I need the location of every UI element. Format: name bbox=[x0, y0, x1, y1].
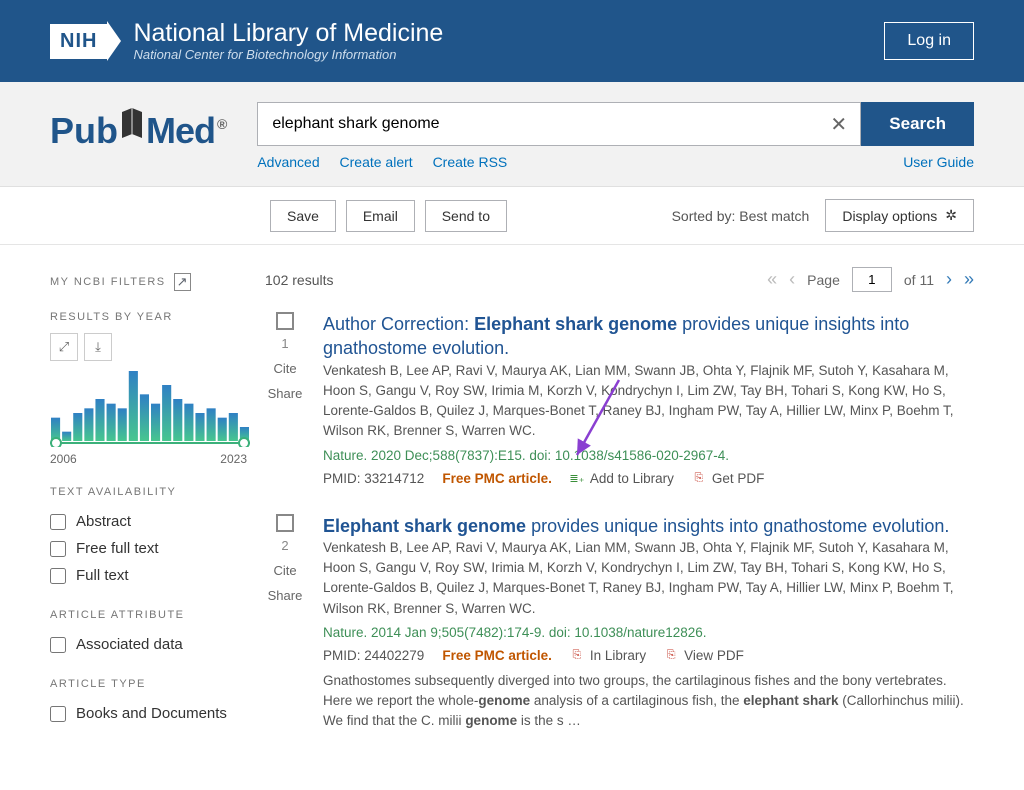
results-count: 102 results bbox=[265, 272, 333, 288]
result-authors: Venkatesh B, Lee AP, Ravi V, Maurya AK, … bbox=[323, 538, 974, 619]
create-rss-link[interactable]: Create RSS bbox=[433, 154, 508, 170]
result-pmid: PMID: 24402279 bbox=[323, 648, 424, 663]
text-availability-heading: TEXT AVAILABILITY bbox=[50, 486, 247, 498]
search-input[interactable] bbox=[257, 102, 817, 146]
download-chart-button[interactable]: ⤓ bbox=[84, 333, 112, 361]
save-button[interactable]: Save bbox=[270, 200, 336, 232]
result-pmid: PMID: 33214712 bbox=[323, 471, 424, 486]
free-pmc-label: Free PMC article. bbox=[442, 471, 552, 486]
share-link[interactable]: Share bbox=[265, 386, 305, 401]
facet-full-text[interactable]: Full text bbox=[50, 562, 247, 589]
get-pdf-link[interactable]: ⎘Get PDF bbox=[692, 471, 765, 486]
gear-icon: ✲ bbox=[945, 207, 957, 224]
pager: « ‹ Page of 11 › » bbox=[767, 267, 974, 292]
nih-logo: NIH bbox=[50, 21, 121, 61]
result-number: 2 bbox=[265, 538, 305, 553]
page-input[interactable] bbox=[852, 267, 892, 292]
result-title[interactable]: Author Correction: Elephant shark genome… bbox=[323, 314, 909, 358]
expand-chart-button[interactable]: ⤢ bbox=[50, 333, 78, 361]
result-citation: Nature. 2020 Dec;588(7837):E15. doi: 10.… bbox=[323, 448, 974, 463]
select-result-checkbox[interactable] bbox=[276, 312, 294, 330]
create-alert-link[interactable]: Create alert bbox=[340, 154, 413, 170]
select-result-checkbox[interactable] bbox=[276, 514, 294, 532]
facet-free-full-text[interactable]: Free full text bbox=[50, 535, 247, 562]
advanced-link[interactable]: Advanced bbox=[257, 154, 319, 170]
result-item: 1 Cite Share Author Correction: Elephant… bbox=[265, 312, 974, 486]
library-add-icon: ≣₊ bbox=[570, 471, 584, 485]
email-button[interactable]: Email bbox=[346, 200, 415, 232]
sendto-button[interactable]: Send to bbox=[425, 200, 507, 232]
last-page-icon[interactable]: » bbox=[964, 269, 974, 290]
page-label: Page bbox=[807, 272, 840, 288]
pdf-icon: ⎘ bbox=[664, 648, 678, 662]
result-title[interactable]: Elephant shark genome provides unique in… bbox=[323, 516, 949, 536]
facet-abstract[interactable]: Abstract bbox=[50, 508, 247, 535]
facet-books-docs[interactable]: Books and Documents bbox=[50, 700, 247, 727]
article-attribute-heading: ARTICLE ATTRIBUTE bbox=[50, 609, 247, 621]
share-link[interactable]: Share bbox=[265, 588, 305, 603]
prev-page-icon: ‹ bbox=[789, 269, 795, 290]
free-pmc-label: Free PMC article. bbox=[442, 648, 552, 663]
article-type-heading: ARTICLE TYPE bbox=[50, 678, 247, 690]
nih-subtitle: National Center for Biotechnology Inform… bbox=[133, 47, 443, 62]
result-snippet: Gnathostomes subsequently diverged into … bbox=[323, 671, 974, 732]
first-page-icon: « bbox=[767, 269, 777, 290]
in-library-link[interactable]: ⎘In Library bbox=[570, 648, 646, 663]
login-button[interactable]: Log in bbox=[884, 22, 974, 60]
clear-search-button[interactable]: ✕ bbox=[817, 102, 861, 146]
result-item: 2 Cite Share Elephant shark genome provi… bbox=[265, 514, 974, 732]
user-guide-link[interactable]: User Guide bbox=[903, 154, 974, 170]
view-pdf-link[interactable]: ⎘View PDF bbox=[664, 648, 744, 663]
next-page-icon[interactable]: › bbox=[946, 269, 952, 290]
results-by-year-heading: RESULTS BY YEAR bbox=[50, 311, 247, 323]
book-icon bbox=[114, 104, 150, 153]
result-citation: Nature. 2014 Jan 9;505(7482):174-9. doi:… bbox=[323, 625, 974, 640]
add-to-library-link[interactable]: ≣₊Add to Library bbox=[570, 471, 674, 486]
year-start: 2006 bbox=[50, 452, 77, 466]
display-options-button[interactable]: Display options ✲ bbox=[825, 199, 974, 232]
facet-associated-data[interactable]: Associated data bbox=[50, 631, 247, 658]
results-by-year-chart: ⤢ ⤓ 2006 2023 bbox=[50, 333, 247, 466]
year-end: 2023 bbox=[220, 452, 247, 466]
search-button[interactable]: Search bbox=[861, 102, 974, 146]
sorted-by-label: Sorted by: Best match bbox=[672, 208, 810, 224]
of-pages: of 11 bbox=[904, 272, 934, 288]
pubmed-logo[interactable]: Pub Med ® bbox=[50, 102, 227, 155]
cite-link[interactable]: Cite bbox=[265, 361, 305, 376]
cite-link[interactable]: Cite bbox=[265, 563, 305, 578]
my-ncbi-filters-heading: MY NCBI FILTERS bbox=[50, 276, 166, 288]
result-number: 1 bbox=[265, 336, 305, 351]
year-histogram bbox=[50, 367, 250, 447]
pdf-icon: ⎘ bbox=[692, 471, 706, 485]
library-icon: ⎘ bbox=[570, 648, 584, 662]
nih-title: National Library of Medicine bbox=[133, 20, 443, 48]
result-authors: Venkatesh B, Lee AP, Ravi V, Maurya AK, … bbox=[323, 361, 974, 442]
nih-brand[interactable]: NIH National Library of Medicine Nationa… bbox=[50, 20, 443, 63]
external-link-icon[interactable]: ↗ bbox=[174, 273, 191, 291]
